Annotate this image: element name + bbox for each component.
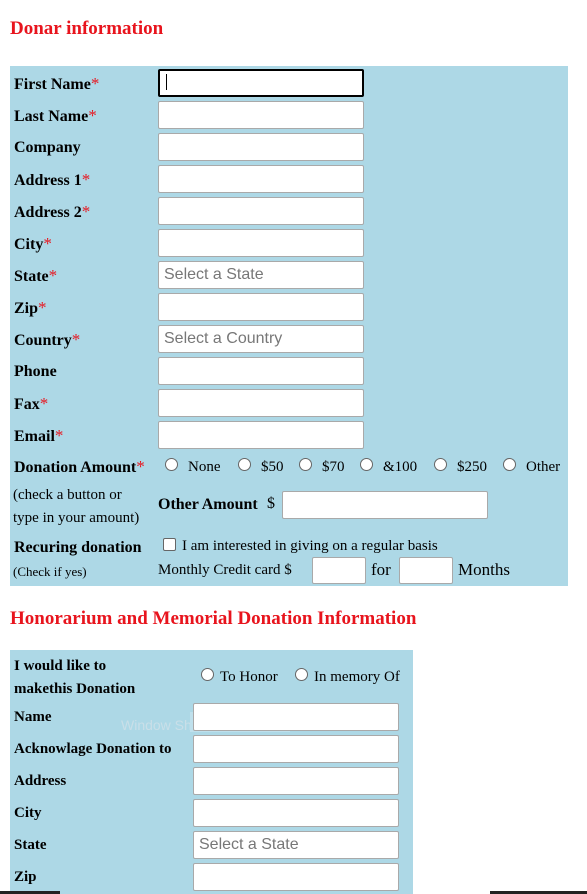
company-input[interactable] — [158, 133, 364, 161]
radio-other-label: Other — [526, 459, 561, 475]
radio-250[interactable] — [434, 458, 447, 471]
monthly-credit-card-label: Monthly Credit card $ — [158, 562, 292, 578]
honor-zip-input[interactable] — [193, 863, 399, 891]
honor-label-name: Name — [14, 709, 52, 725]
honor-heading: Honorarium and Memorial Donation Informa… — [10, 608, 417, 629]
city-input[interactable] — [158, 229, 364, 257]
state-select[interactable]: Select a State — [158, 261, 364, 289]
zip-input[interactable] — [158, 293, 364, 321]
monthly-amount-input[interactable] — [312, 557, 366, 584]
recurring-hint: (Check if yes) — [13, 564, 87, 579]
label-phone: Phone — [14, 363, 57, 380]
address-2-input[interactable] — [158, 197, 364, 225]
label-donation-amount: Donation Amount* — [14, 457, 145, 476]
honor-name-input[interactable] — [193, 703, 399, 731]
label-country: Country* — [14, 330, 81, 349]
radio-in-memory[interactable] — [295, 668, 308, 681]
honor-acknowledge-input[interactable] — [193, 735, 399, 763]
radio-70[interactable] — [299, 458, 312, 471]
country-select[interactable]: Select a Country — [158, 325, 364, 353]
label-zip: Zip* — [14, 298, 47, 317]
honor-label-state: State — [14, 837, 47, 853]
radio-100[interactable] — [360, 458, 373, 471]
donation-hint-line-1: (check a button or — [13, 487, 122, 503]
would-like-line-1: I would like to — [14, 658, 107, 674]
donation-hint-line-2: type in your amount) — [13, 510, 140, 526]
honor-state-select[interactable]: Select a State — [193, 831, 399, 859]
label-address-1: Address 1* — [14, 170, 91, 189]
phone-input[interactable] — [158, 357, 364, 385]
radio-in-memory-label: In memory Of — [314, 669, 400, 685]
donor-heading: Donar information — [10, 18, 164, 39]
honor-label-address: Address — [14, 773, 67, 789]
label-email: Email* — [14, 426, 64, 445]
label-company: Company — [14, 139, 81, 156]
email-input[interactable] — [158, 421, 364, 449]
label-last-name: Last Name* — [14, 106, 97, 125]
radio-250-label: $250 — [457, 459, 487, 475]
radio-none-label: None — [188, 459, 221, 475]
for-label: for — [371, 560, 391, 579]
other-amount-label: Other Amount — [158, 496, 258, 513]
label-address-2: Address 2* — [14, 202, 91, 221]
label-state: State* — [14, 266, 58, 285]
address-1-input[interactable] — [158, 165, 364, 193]
fax-input[interactable] — [158, 389, 364, 417]
recurring-checkbox-label: I am interested in giving on a regular b… — [182, 538, 438, 554]
currency-symbol: $ — [267, 495, 275, 512]
radio-other[interactable] — [503, 458, 516, 471]
label-fax: Fax* — [14, 394, 49, 413]
text-caret — [166, 73, 167, 90]
recurring-checkbox[interactable] — [163, 538, 176, 551]
radio-50[interactable] — [238, 458, 251, 471]
honor-label-city: City — [14, 805, 42, 821]
label-city: City* — [14, 234, 52, 253]
months-label: Months — [458, 560, 510, 579]
honor-form-panel: Window Sh I would like to makethis Donat… — [10, 650, 413, 894]
first-name-input[interactable] — [158, 69, 364, 97]
honor-address-input[interactable] — [193, 767, 399, 795]
radio-70-label: $70 — [322, 459, 345, 475]
would-like-line-2: makethis Donation — [14, 681, 136, 697]
donor-form-panel: First Name* Last Name* Company Address 1… — [10, 66, 568, 586]
label-recurring-donation: Recuring donation — [14, 539, 142, 556]
honor-label-acknowledge: Acknowlage Donation to — [14, 741, 172, 757]
radio-to-honor[interactable] — [201, 668, 214, 681]
last-name-input[interactable] — [158, 101, 364, 129]
months-input[interactable] — [399, 557, 453, 584]
window-shop-watermark: Window Sh — [121, 717, 192, 733]
radio-50-label: $50 — [261, 459, 284, 475]
other-amount-input[interactable] — [282, 491, 488, 519]
honor-label-zip: Zip — [14, 869, 37, 885]
honor-city-input[interactable] — [193, 799, 399, 827]
label-first-name: First Name* — [14, 74, 100, 93]
radio-none[interactable] — [165, 458, 178, 471]
radio-to-honor-label: To Honor — [220, 669, 278, 685]
radio-100-label: &100 — [383, 459, 418, 475]
